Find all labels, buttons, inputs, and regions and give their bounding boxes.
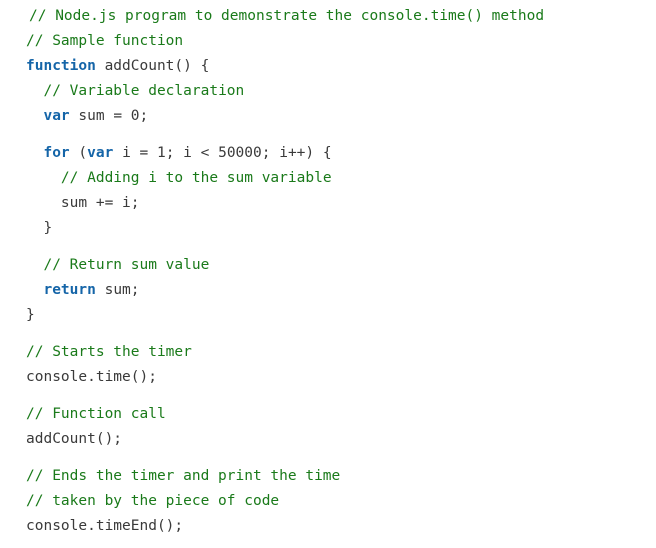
- code-token-plain: addCount();: [26, 431, 123, 447]
- code-line: }: [0, 216, 656, 241]
- code-line: // Adding i to the sum variable: [0, 166, 656, 191]
- code-token-comment: // Return sum value: [43, 257, 210, 273]
- code-token-comment: // Ends the timer and print the time: [26, 468, 341, 484]
- code-line: // taken by the piece of code: [0, 489, 656, 514]
- code-line: sum += i;: [0, 191, 656, 216]
- code-token-plain: addCount() {: [95, 58, 210, 74]
- code-line: addCount();: [0, 427, 656, 452]
- code-line: // Node.js program to demonstrate the co…: [0, 4, 656, 29]
- code-token-comment: // Node.js program to demonstrate the co…: [29, 8, 545, 24]
- code-token-plain: console.time();: [26, 369, 157, 385]
- code-token-plain: sum += i;: [60, 195, 140, 211]
- code-line: // Sample function: [0, 29, 656, 54]
- code-line: }: [0, 303, 656, 328]
- code-line: return sum;: [0, 278, 656, 303]
- code-token-plain: i = 1; i < 50000; i++) {: [113, 145, 332, 161]
- code-line: function addCount() {: [0, 54, 656, 79]
- code-token-comment: // Starts the timer: [26, 344, 192, 360]
- code-line: // Return sum value: [0, 253, 656, 278]
- code-token-comment: // taken by the piece of code: [26, 493, 280, 509]
- code-token-plain: sum = 0;: [69, 108, 149, 124]
- code-line: // Function call: [0, 402, 656, 427]
- code-line: var sum = 0;: [0, 104, 656, 129]
- code-block[interactable]: // Node.js program to demonstrate the co…: [0, 0, 656, 548]
- code-token-comment: // Function call: [26, 406, 166, 422]
- code-token-keyword: return: [43, 282, 96, 298]
- code-token-keyword: for: [43, 145, 70, 161]
- code-token-plain: (: [69, 145, 88, 161]
- code-line: // Starts the timer: [0, 340, 656, 365]
- code-line: console.timeEnd();: [0, 514, 656, 539]
- code-token-comment: // Variable declaration: [43, 83, 245, 99]
- code-token-plain: }: [26, 307, 35, 323]
- code-line: // Ends the timer and print the time: [0, 464, 656, 489]
- code-line: for (var i = 1; i < 50000; i++) {: [0, 141, 656, 166]
- code-token-keyword: var: [87, 145, 114, 161]
- code-token-comment: // Sample function: [26, 33, 184, 49]
- code-line: console.time();: [0, 365, 656, 390]
- code-token-comment: // Adding i to the sum variable: [60, 170, 332, 186]
- code-token-keyword: function: [26, 58, 96, 74]
- code-token-keyword: var: [43, 108, 70, 124]
- code-line: // Variable declaration: [0, 79, 656, 104]
- code-token-plain: }: [43, 220, 53, 236]
- code-token-plain: sum;: [95, 282, 140, 298]
- code-token-plain: console.timeEnd();: [26, 518, 184, 534]
